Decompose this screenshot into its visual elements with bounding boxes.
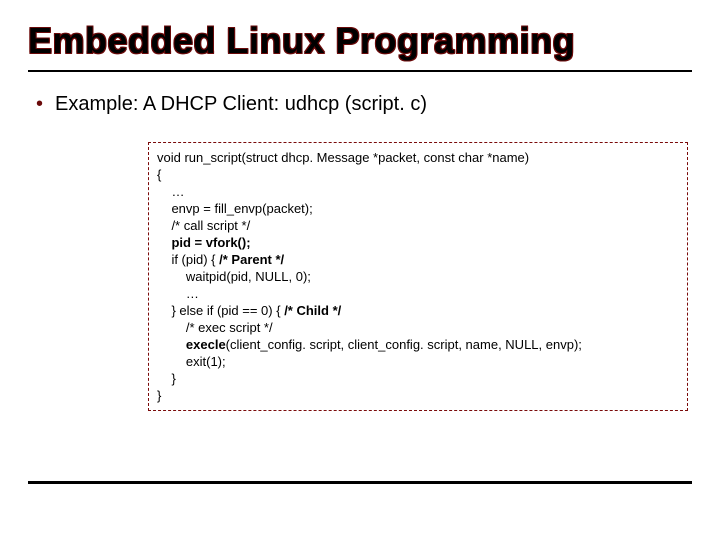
- slide-title: Embedded Linux Programming: [28, 20, 692, 68]
- code-line: }: [157, 388, 161, 403]
- code-line: waitpid(pid, NULL, 0);: [157, 269, 311, 284]
- bullet-icon: •: [36, 92, 43, 116]
- bottom-underline: [28, 481, 692, 484]
- code-line: } else if (pid == 0) {: [157, 303, 284, 318]
- code-line: /* exec script */: [157, 320, 273, 335]
- code-line-bold: pid = vfork();: [157, 235, 251, 250]
- code-fn-bold: execle: [186, 337, 226, 352]
- code-block: void run_script(struct dhcp. Message *pa…: [148, 142, 688, 411]
- code-line: …: [157, 286, 199, 301]
- bullet-item: • Example: A DHCP Client: udhcp (script.…: [28, 92, 692, 116]
- title-underline: [28, 70, 692, 72]
- code-line: [157, 337, 186, 352]
- code-line: exit(1);: [157, 354, 226, 369]
- code-line: void run_script(struct dhcp. Message *pa…: [157, 150, 529, 165]
- code-line: (client_config. script, client_config. s…: [226, 337, 582, 352]
- code-line: if (pid) {: [157, 252, 219, 267]
- slide: Embedded Linux Programming • Example: A …: [0, 0, 720, 540]
- code-comment-bold: /* Parent */: [219, 252, 284, 267]
- code-line: envp = fill_envp(packet);: [157, 201, 313, 216]
- code-comment-bold: /* Child */: [284, 303, 341, 318]
- bullet-text: Example: A DHCP Client: udhcp (script. c…: [55, 92, 427, 116]
- code-line: /* call script */: [157, 218, 250, 233]
- code-line: …: [157, 184, 184, 199]
- code-line: }: [157, 371, 176, 386]
- code-line: {: [157, 167, 161, 182]
